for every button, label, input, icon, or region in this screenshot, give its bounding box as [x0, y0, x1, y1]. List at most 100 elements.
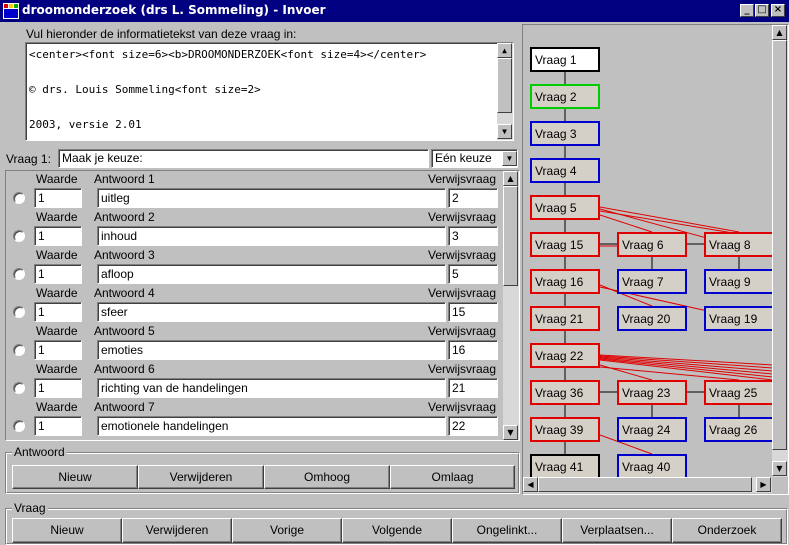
- tree-node[interactable]: Vraag 8: [704, 232, 774, 257]
- tree-node[interactable]: Vraag 4: [530, 158, 600, 183]
- answer-row: Waarde Antwoord 6 Verwijsvraag 1 richting va…: [6, 361, 501, 399]
- answer-radio[interactable]: [13, 230, 25, 242]
- verwijs-input[interactable]: 2: [448, 188, 498, 208]
- waarde-input[interactable]: 1: [34, 416, 82, 436]
- info-line: <center><font size=6><b>DROOMONDERZOEK<f…: [29, 48, 427, 61]
- connector-line: [599, 214, 653, 233]
- minimize-button[interactable]: _: [740, 4, 754, 17]
- vraag-new-button[interactable]: Nieuw: [12, 518, 122, 543]
- verwijs-input[interactable]: 16: [448, 340, 498, 360]
- tree-node[interactable]: Vraag 24: [617, 417, 687, 442]
- vraag-next-button[interactable]: Volgende: [342, 518, 452, 543]
- tree-node[interactable]: Vraag 40: [617, 454, 687, 479]
- tree-node[interactable]: Vraag 21: [530, 306, 600, 331]
- verwijs-input[interactable]: 5: [448, 264, 498, 284]
- answer-radio[interactable]: [13, 306, 25, 318]
- vraag-research-button[interactable]: Onderzoek: [672, 518, 782, 543]
- waarde-input[interactable]: 1: [34, 378, 82, 398]
- answer-radio[interactable]: [13, 344, 25, 356]
- answer-radio[interactable]: [13, 192, 25, 204]
- chevron-down-icon[interactable]: ▼: [502, 151, 517, 166]
- tree-node[interactable]: Vraag 15: [530, 232, 600, 257]
- answer-radio[interactable]: [13, 268, 25, 280]
- scroll-thumb[interactable]: [497, 58, 512, 113]
- question-input[interactable]: Maak je keuze:: [58, 149, 429, 168]
- scroll-up-icon[interactable]: ▲: [772, 25, 787, 40]
- tree-node[interactable]: Vraag 41: [530, 454, 600, 479]
- info-text: <center><font size=6><b>DROOMONDERZOEK<f…: [29, 46, 495, 134]
- waarde-input[interactable]: 1: [34, 302, 82, 322]
- tree-hscrollbar[interactable]: ◀ ▶: [523, 477, 772, 493]
- scroll-left-icon[interactable]: ◀: [523, 477, 538, 492]
- tree-node[interactable]: Vraag 3: [530, 121, 600, 146]
- tree-node[interactable]: Vraag 5: [530, 195, 600, 220]
- tree-node[interactable]: Vraag 39: [530, 417, 600, 442]
- verwijs-label: Verwijsvraag: [428, 248, 497, 262]
- tree-node[interactable]: Vraag 20: [617, 306, 687, 331]
- antwoord-input[interactable]: sfeer: [97, 302, 446, 322]
- tree-node[interactable]: Vraag 19: [704, 306, 774, 331]
- tree-vscrollbar[interactable]: ▲ ▼: [772, 25, 788, 477]
- antwoord-up-button[interactable]: Omhoog: [264, 465, 390, 489]
- antwoord-input[interactable]: inhoud: [97, 226, 446, 246]
- antwoord-input[interactable]: uitleg: [97, 188, 446, 208]
- verwijs-input[interactable]: 21: [448, 378, 498, 398]
- verwijs-input[interactable]: 15: [448, 302, 498, 322]
- tree-node[interactable]: Vraag 6: [617, 232, 687, 257]
- scroll-down-icon[interactable]: ▼: [772, 461, 787, 476]
- antwoord-delete-button[interactable]: Verwijderen: [138, 465, 264, 489]
- antwoord-down-button[interactable]: Omlaag: [390, 465, 515, 489]
- waarde-input[interactable]: 1: [34, 264, 82, 284]
- antwoord-label: Antwoord 4: [94, 286, 155, 300]
- antwoord-input[interactable]: afloop: [97, 264, 446, 284]
- verwijs-label: Verwijsvraag: [428, 324, 497, 338]
- verwijs-input[interactable]: 22: [448, 416, 498, 436]
- answer-row: Waarde Antwoord 2 Verwijsvraag 1 inhoud 3: [6, 209, 501, 247]
- vraag-unlinked-button[interactable]: Ongelinkt...: [452, 518, 562, 543]
- scroll-up-icon[interactable]: ▲: [503, 171, 518, 186]
- vraag-move-button[interactable]: Verplaatsen...: [562, 518, 672, 543]
- antwoord-input[interactable]: emotionele handelingen: [97, 416, 446, 436]
- tree-node[interactable]: Vraag 23: [617, 380, 687, 405]
- info-scrollbar[interactable]: ▲ ▼: [497, 43, 513, 140]
- scroll-thumb[interactable]: [503, 186, 518, 286]
- info-textarea[interactable]: <center><font size=6><b>DROOMONDERZOEK<f…: [25, 42, 514, 141]
- tree-node[interactable]: Vraag 26: [704, 417, 774, 442]
- tree-node[interactable]: Vraag 36: [530, 380, 600, 405]
- waarde-input[interactable]: 1: [34, 188, 82, 208]
- tree-node[interactable]: Vraag 7: [617, 269, 687, 294]
- scroll-up-icon[interactable]: ▲: [497, 43, 512, 58]
- question-type-select[interactable]: Eén keuze ▼: [431, 149, 518, 168]
- tree-node[interactable]: Vraag 9: [704, 269, 774, 294]
- waarde-input[interactable]: 1: [34, 226, 82, 246]
- vraag-previous-button[interactable]: Vorige: [232, 518, 342, 543]
- scroll-down-icon[interactable]: ▼: [503, 425, 518, 440]
- waarde-label: Waarde: [36, 362, 78, 376]
- answer-row: Waarde Antwoord 5 Verwijsvraag 1 emoties 16: [6, 323, 501, 361]
- tree-node[interactable]: Vraag 25: [704, 380, 774, 405]
- answers-scrollbar[interactable]: ▲ ▼: [503, 171, 519, 440]
- tree-node[interactable]: Vraag 2: [530, 84, 600, 109]
- scroll-right-icon[interactable]: ▶: [756, 477, 771, 492]
- verwijs-input[interactable]: 3: [448, 226, 498, 246]
- scroll-thumb[interactable]: [772, 40, 787, 450]
- answer-radio[interactable]: [13, 420, 25, 432]
- info-line: © drs. Louis Sommeling<font size=2>: [29, 83, 261, 96]
- scroll-down-icon[interactable]: ▼: [497, 124, 512, 139]
- waarde-input[interactable]: 1: [34, 340, 82, 360]
- antwoord-input[interactable]: emoties: [97, 340, 446, 360]
- answer-radio[interactable]: [13, 382, 25, 394]
- scroll-thumb[interactable]: [538, 477, 752, 492]
- vraag-delete-button[interactable]: Verwijderen: [122, 518, 232, 543]
- tree-node[interactable]: Vraag 22: [530, 343, 600, 368]
- close-button[interactable]: ×: [771, 4, 785, 17]
- antwoord-new-button[interactable]: Nieuw: [12, 465, 138, 489]
- antwoord-input[interactable]: richting van de handelingen: [97, 378, 446, 398]
- maximize-button[interactable]: □: [755, 4, 769, 17]
- app-icon: [3, 3, 19, 19]
- question-label: Vraag 1:: [6, 152, 51, 166]
- tree-node[interactable]: Vraag 16: [530, 269, 600, 294]
- info-line: 2003, versie 2.01: [29, 118, 142, 131]
- antwoord-label: Antwoord 2: [94, 210, 155, 224]
- tree-node[interactable]: Vraag 1: [530, 47, 600, 72]
